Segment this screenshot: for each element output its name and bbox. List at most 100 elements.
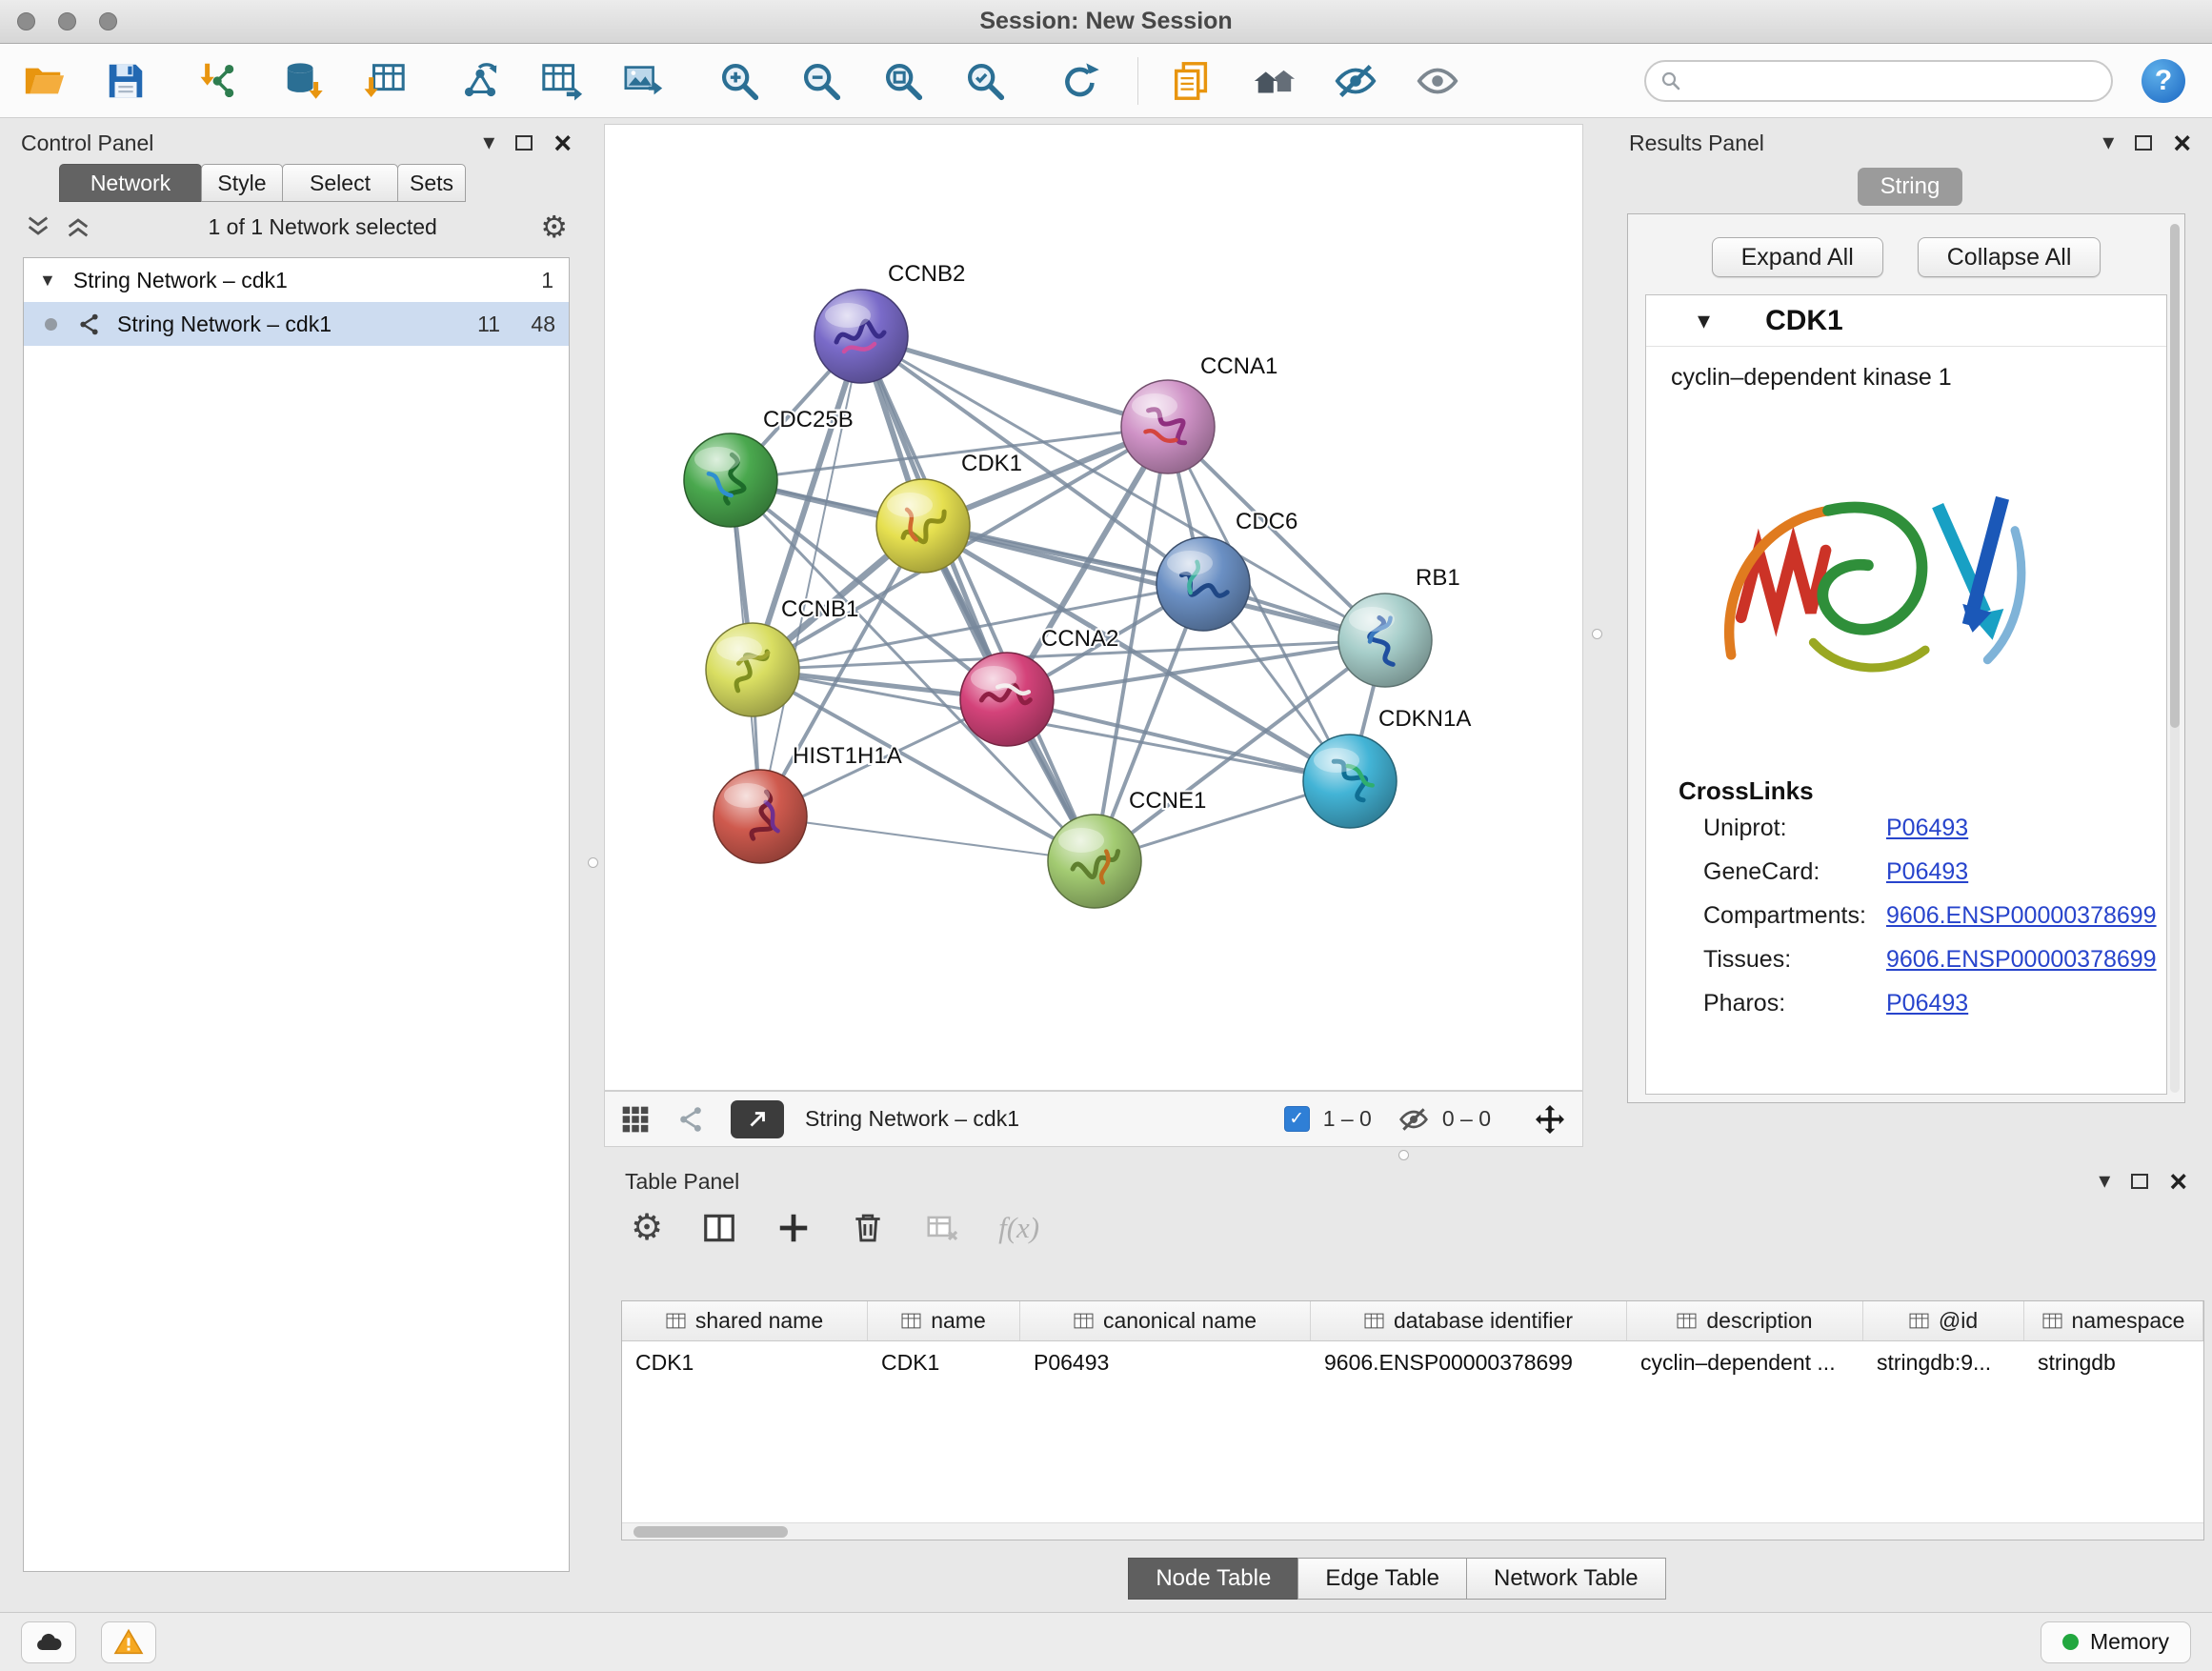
network-node-CDKN1A[interactable]	[1303, 735, 1397, 828]
left-splitter-handle[interactable]	[588, 857, 598, 868]
network-node-CCNB1[interactable]	[706, 623, 799, 716]
tab-edge-table[interactable]: Edge Table	[1297, 1558, 1467, 1600]
table-horizontal-scrollbar[interactable]	[622, 1522, 2203, 1540]
network-node-RB1[interactable]	[1338, 594, 1432, 687]
show-columns-icon[interactable]	[701, 1210, 737, 1246]
network-edge[interactable]	[861, 336, 1095, 861]
hide-panel-button[interactable]	[1331, 56, 1380, 106]
table-row[interactable]: CDK1 CDK1 P06493 9606.ENSP00000378699 cy…	[622, 1341, 2203, 1383]
tab-network[interactable]: Network	[59, 164, 202, 202]
expand-all-icon[interactable]	[65, 213, 91, 240]
network-canvas[interactable]: CCNB2CCNA1CDC25BCDK1CDC6RB1CCNB1CCNA2CDK…	[604, 124, 1583, 1091]
panel-close-icon[interactable]: ×	[2173, 128, 2191, 158]
table-cell[interactable]: stringdb	[2024, 1341, 2203, 1383]
collapse-caret-icon[interactable]: ▾	[1698, 306, 1710, 335]
bottom-splitter-handle[interactable]	[1398, 1150, 1409, 1160]
refresh-view-button[interactable]	[1056, 56, 1105, 106]
network-node-CCNA2[interactable]	[960, 653, 1054, 746]
panel-menu-icon[interactable]: ▾	[483, 131, 494, 154]
selected-checkbox-icon[interactable]: ✓	[1284, 1106, 1310, 1132]
expand-all-button[interactable]: Expand All	[1712, 237, 1883, 277]
column-header[interactable]: description	[1627, 1301, 1863, 1340]
zoom-selected-button[interactable]	[960, 56, 1010, 106]
column-header[interactable]: shared name	[622, 1301, 868, 1340]
network-graph[interactable]: CCNB2CCNA1CDC25BCDK1CDC6RB1CCNB1CCNA2CDK…	[605, 125, 1584, 1092]
crosslink-link[interactable]: P06493	[1886, 858, 1968, 886]
table-cell[interactable]: stringdb:9...	[1863, 1341, 2024, 1383]
add-column-icon[interactable]	[775, 1210, 812, 1246]
network-node-HIST1H1A[interactable]	[714, 770, 807, 863]
table-cell[interactable]: CDK1	[622, 1341, 868, 1383]
tab-node-table[interactable]: Node Table	[1128, 1558, 1298, 1600]
panel-float-icon[interactable]	[2131, 1174, 2148, 1189]
table-options-gear-icon[interactable]: ⚙	[631, 1210, 663, 1246]
tab-network-table[interactable]: Network Table	[1466, 1558, 1666, 1600]
table-cell[interactable]: P06493	[1020, 1341, 1311, 1383]
panel-close-icon[interactable]: ×	[2169, 1166, 2187, 1197]
zoom-fit-button[interactable]	[878, 56, 928, 106]
panel-float-icon[interactable]	[515, 135, 533, 151]
show-panel-button[interactable]	[1413, 56, 1462, 106]
warnings-button[interactable]	[101, 1621, 156, 1663]
move-crosshair-icon[interactable]	[1533, 1102, 1567, 1137]
panel-menu-icon[interactable]: ▾	[2102, 131, 2114, 154]
network-options-gear-icon[interactable]: ⚙	[540, 211, 568, 242]
tab-select[interactable]: Select	[282, 164, 398, 202]
memory-button[interactable]: Memory	[2041, 1621, 2191, 1663]
column-header[interactable]: @id	[1863, 1301, 2024, 1340]
crosslink-link[interactable]: P06493	[1886, 990, 1968, 1017]
collapse-all-button[interactable]: Collapse All	[1918, 237, 2101, 277]
copy-button[interactable]	[1167, 56, 1217, 106]
zoom-out-button[interactable]	[796, 56, 846, 106]
network-node-CDC6[interactable]	[1156, 537, 1250, 631]
help-button[interactable]: ?	[2142, 59, 2185, 103]
column-header[interactable]: database identifier	[1311, 1301, 1627, 1340]
column-header[interactable]: name	[868, 1301, 1020, 1340]
tab-sets[interactable]: Sets	[397, 164, 466, 202]
protein-heading-row[interactable]: ▾ CDK1	[1646, 295, 2166, 347]
network-row-selected[interactable]: String Network – cdk1 11 48	[24, 302, 569, 346]
results-scrollbar[interactable]	[2170, 224, 2180, 1093]
crosslink-link[interactable]: 9606.ENSP00000378699	[1886, 946, 2157, 974]
export-table-button[interactable]	[537, 56, 587, 106]
open-in-new-button[interactable]	[731, 1100, 784, 1138]
table-cell[interactable]: cyclin–dependent ...	[1627, 1341, 1863, 1383]
network-node-CDC25B[interactable]	[684, 433, 777, 527]
network-edge[interactable]	[861, 336, 1168, 427]
panel-close-icon[interactable]: ×	[553, 128, 572, 158]
right-splitter-handle[interactable]	[1592, 629, 1602, 639]
import-table-button[interactable]	[360, 56, 410, 106]
open-session-button[interactable]	[19, 56, 69, 106]
cloud-button[interactable]	[21, 1621, 76, 1663]
zoom-in-button[interactable]	[714, 56, 764, 106]
crosslink-link[interactable]: P06493	[1886, 815, 1968, 842]
toolbar-search[interactable]	[1644, 60, 2113, 102]
crosslink-link[interactable]: 9606.ENSP00000378699	[1886, 902, 2157, 930]
column-header[interactable]: canonical name	[1020, 1301, 1311, 1340]
network-collection-row[interactable]: ▼ String Network – cdk1 1	[24, 258, 569, 302]
delete-column-trash-icon[interactable]	[850, 1210, 886, 1246]
new-network-button[interactable]	[455, 56, 505, 106]
table-cell[interactable]: CDK1	[868, 1341, 1020, 1383]
collapse-all-icon[interactable]	[25, 213, 51, 240]
panel-menu-icon[interactable]: ▾	[2099, 1170, 2110, 1193]
panel-float-icon[interactable]	[2135, 135, 2152, 151]
grid-view-icon[interactable]	[620, 1104, 651, 1135]
import-network-file-button[interactable]	[196, 56, 246, 106]
export-image-button[interactable]	[619, 56, 669, 106]
network-node-CDK1[interactable]	[876, 479, 970, 573]
tab-style[interactable]: Style	[201, 164, 283, 202]
results-tab-string[interactable]: String	[1858, 168, 1963, 206]
save-session-button[interactable]	[101, 56, 151, 106]
network-node-CCNB2[interactable]	[814, 290, 908, 383]
table-cell[interactable]: 9606.ENSP00000378699	[1311, 1341, 1627, 1383]
import-network-database-button[interactable]	[278, 56, 328, 106]
home-layout-button[interactable]	[1249, 56, 1298, 106]
hidden-eye-slash-icon[interactable]	[1398, 1104, 1429, 1135]
network-node-CCNA1[interactable]	[1121, 380, 1215, 473]
column-header[interactable]: namespace	[2024, 1301, 2203, 1340]
network-view-icon[interactable]	[675, 1104, 706, 1135]
search-input[interactable]	[1692, 68, 2098, 93]
network-node-CCNE1[interactable]	[1048, 815, 1141, 908]
network-edge[interactable]	[760, 816, 1095, 861]
